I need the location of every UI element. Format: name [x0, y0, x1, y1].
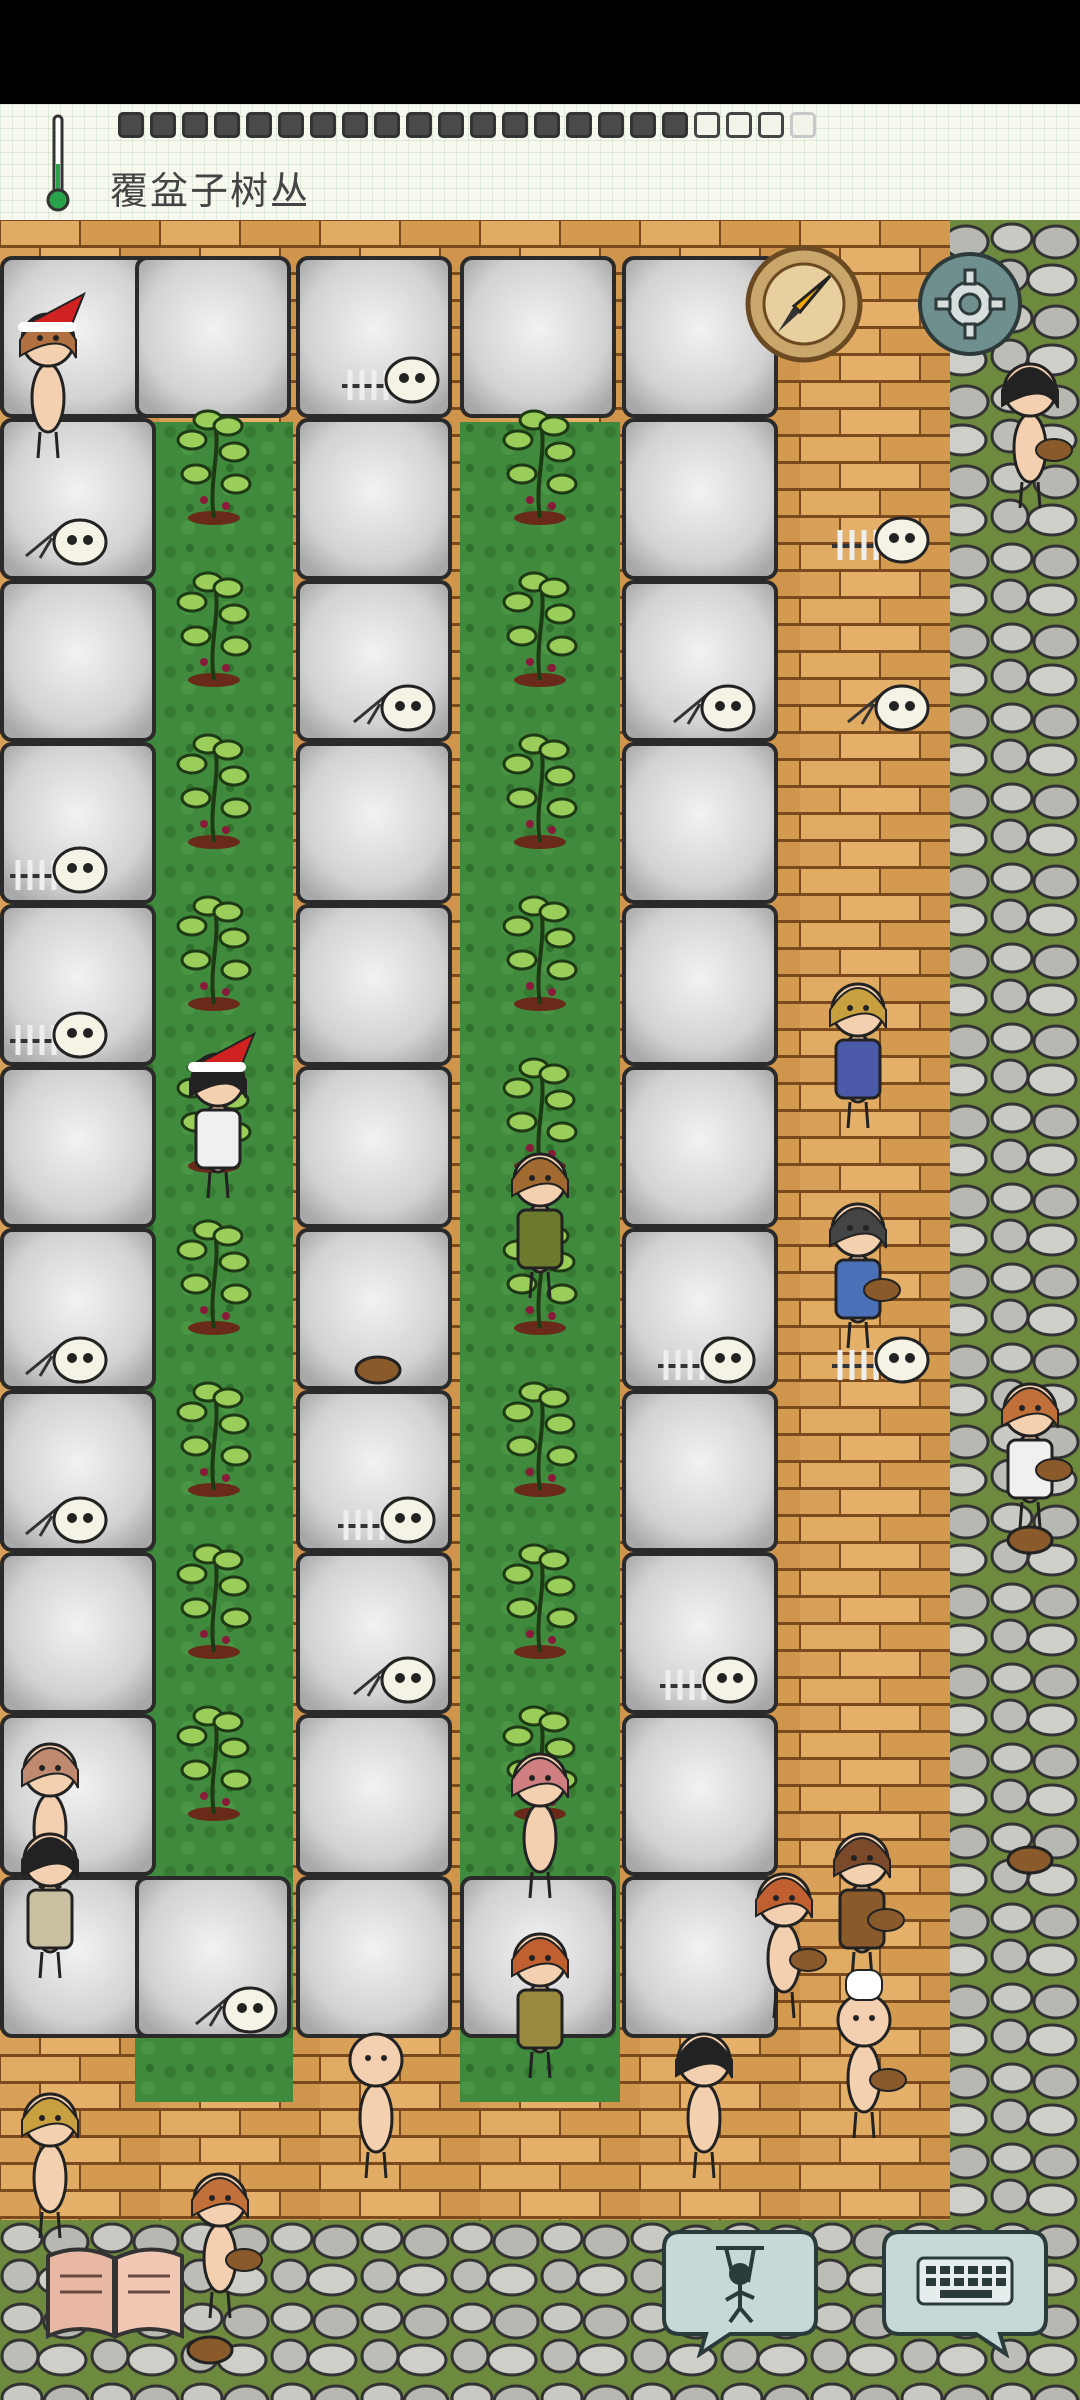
status-bar	[0, 0, 1080, 104]
food-pip	[502, 112, 528, 138]
food-pip	[694, 112, 720, 138]
food-pip	[118, 112, 144, 138]
stone-tile	[622, 742, 778, 904]
stone-tile	[296, 1066, 452, 1228]
stone-tile	[0, 1876, 156, 2038]
game-world[interactable]	[0, 220, 1080, 2400]
food-pip	[438, 112, 464, 138]
food-pip	[726, 112, 752, 138]
food-pip	[534, 112, 560, 138]
food-pip	[342, 112, 368, 138]
food-pip	[630, 112, 656, 138]
food-pip	[246, 112, 272, 138]
food-pip	[214, 112, 240, 138]
recipe-book-button[interactable]	[40, 2236, 190, 2346]
stone-floor-tiles	[0, 256, 778, 2038]
stone-tile	[0, 1552, 156, 1714]
hud-bar: 覆盆子树丛	[0, 104, 1080, 222]
food-pip	[566, 112, 592, 138]
stone-tile	[622, 1714, 778, 1876]
emote-button[interactable]	[660, 2222, 820, 2358]
stone-tile	[296, 742, 452, 904]
stone-tile	[296, 1714, 452, 1876]
basket[interactable]	[1006, 1845, 1054, 1875]
food-pip	[374, 112, 400, 138]
world-map[interactable]	[0, 220, 1080, 2400]
stone-tile	[622, 904, 778, 1066]
food-pip	[470, 112, 496, 138]
compass-button[interactable]	[742, 242, 866, 366]
stone-tile	[622, 418, 778, 580]
food-pip	[662, 112, 688, 138]
stone-tile	[622, 1390, 778, 1552]
food-pip	[406, 112, 432, 138]
stone-tile	[0, 1066, 156, 1228]
held-item-name: 覆盆子树丛	[110, 169, 311, 213]
cobblestone-road	[950, 220, 1080, 2400]
food-pip	[150, 112, 176, 138]
stone-tile	[296, 1876, 452, 2038]
stone-tile	[296, 904, 452, 1066]
thermometer-icon	[46, 114, 70, 212]
basket[interactable]	[186, 2335, 234, 2365]
stone-tile	[622, 1876, 778, 2038]
food-pip	[758, 112, 784, 138]
food-pip	[278, 112, 304, 138]
keyboard-icon	[916, 2256, 1014, 2306]
stone-tile	[460, 256, 616, 418]
food-pip	[790, 112, 816, 138]
food-pip	[182, 112, 208, 138]
basket[interactable]	[1006, 1525, 1054, 1555]
keyboard-button[interactable]	[880, 2222, 1050, 2358]
stone-tile	[622, 1066, 778, 1228]
settings-button[interactable]	[916, 250, 1024, 358]
stone-tile	[0, 580, 156, 742]
food-meter	[118, 112, 816, 138]
basket[interactable]	[354, 1355, 402, 1385]
stone-tile	[135, 256, 291, 418]
food-pip	[598, 112, 624, 138]
stone-tile	[296, 418, 452, 580]
food-pip	[310, 112, 336, 138]
